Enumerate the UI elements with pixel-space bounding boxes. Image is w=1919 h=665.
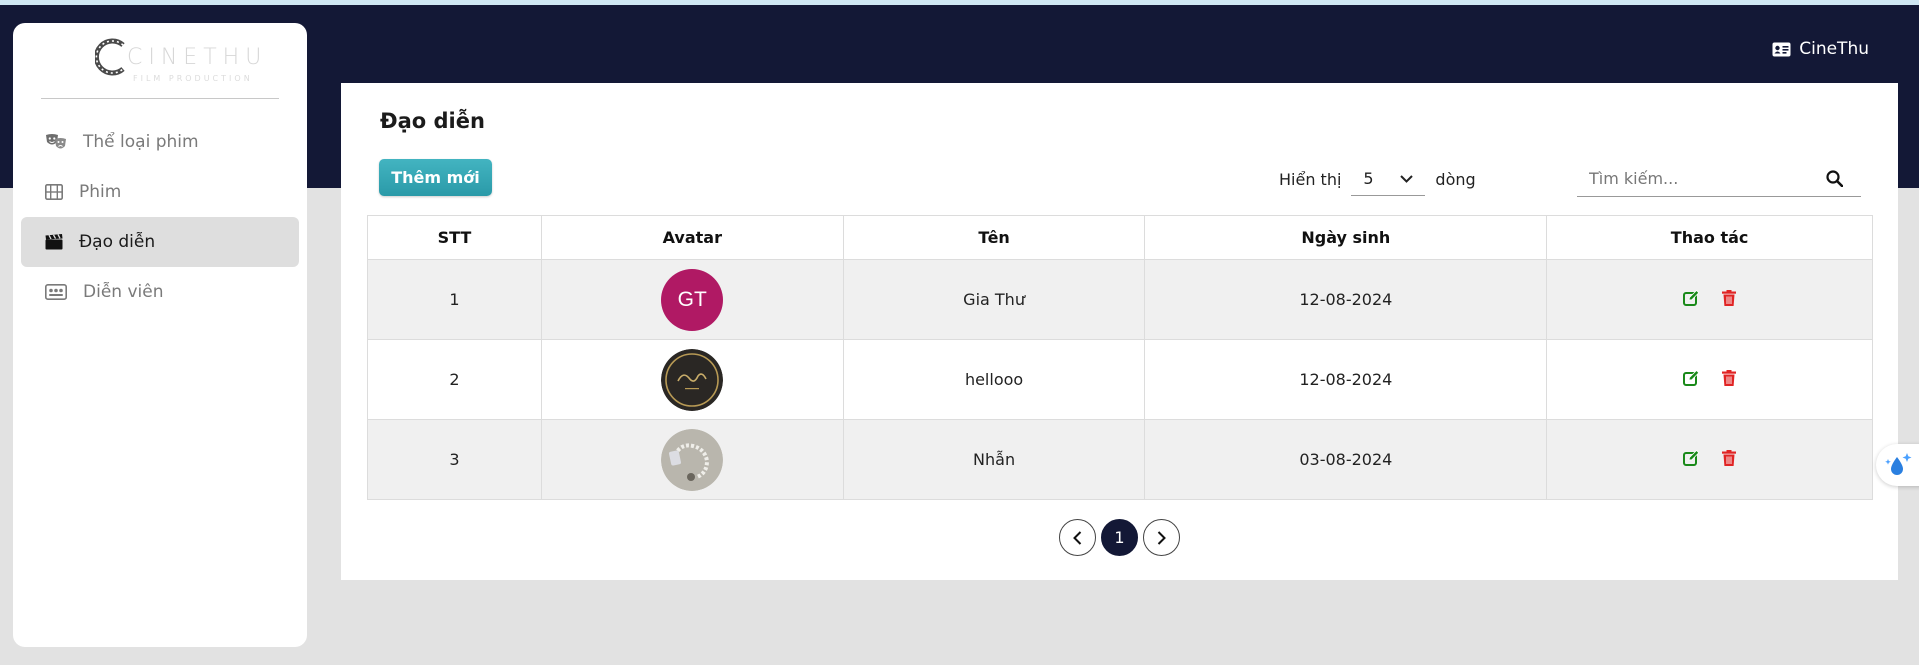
sidebar-item-label: Thể loại phim: [83, 132, 199, 152]
cell-dob: 12-08-2024: [1144, 259, 1548, 340]
delete-icon[interactable]: [1722, 369, 1737, 390]
table-header-row: STT Avatar Tên Ngày sinh Thao tác: [367, 215, 1873, 260]
film-icon: [45, 184, 63, 200]
cell-avatar: [540, 419, 844, 500]
brand-tagline: FILM PRODUCTION: [133, 74, 253, 83]
sidebar-divider: [41, 98, 279, 99]
show-label: Hiển thị: [1279, 169, 1342, 189]
cell-stt: 2: [367, 339, 542, 420]
cell-dob: 12-08-2024: [1144, 339, 1548, 420]
table-row: 2 hellooo 12-08-2024: [367, 339, 1873, 420]
theater-masks-icon: [46, 134, 66, 149]
cell-stt: 1: [367, 259, 542, 340]
table-row: 3 Nhẫn 03-08-2024: [367, 419, 1873, 500]
search-icon[interactable]: [1826, 170, 1843, 187]
brand-logo[interactable]: CINETHU FILM PRODUCTION: [83, 31, 263, 101]
clapperboard-icon: [45, 234, 63, 250]
brand-name: CINETHU: [127, 45, 268, 70]
avatar: [661, 348, 724, 411]
sidebar-item-dao-dien[interactable]: Đạo diễn: [21, 217, 299, 267]
column-header-actions[interactable]: Thao tác: [1546, 215, 1873, 260]
sidebar-item-dien-vien[interactable]: Diễn viên: [21, 267, 299, 317]
directors-table: STT Avatar Tên Ngày sinh Thao tác 1 GT G…: [367, 215, 1873, 500]
chevron-down-icon: [1400, 174, 1414, 183]
sidebar-item-label: Đạo diễn: [79, 232, 156, 252]
avatar: GT: [661, 268, 724, 331]
floating-assistant-button[interactable]: [1876, 444, 1919, 486]
avatar-initials: GT: [677, 287, 707, 311]
edit-icon[interactable]: [1683, 369, 1700, 390]
content-card: Đạo diễn Thêm mới Hiển thị 5 dòng STT Av…: [341, 83, 1898, 580]
delete-icon[interactable]: [1722, 289, 1737, 310]
prev-page-button[interactable]: [1059, 519, 1096, 556]
avatar: [661, 428, 724, 491]
search-box: [1577, 161, 1861, 197]
rows-label: dòng: [1435, 169, 1476, 189]
search-input[interactable]: [1589, 169, 1819, 188]
page-button-current[interactable]: 1: [1101, 519, 1138, 556]
next-page-button[interactable]: [1143, 519, 1180, 556]
sidebar-item-label: Diễn viên: [83, 282, 164, 302]
cell-avatar: [540, 339, 844, 420]
id-badge-icon: [45, 284, 67, 300]
cell-name: Nhẫn: [842, 419, 1146, 500]
column-header-name[interactable]: Tên: [842, 215, 1146, 260]
add-new-button[interactable]: Thêm mới: [379, 159, 492, 196]
edit-icon[interactable]: [1683, 449, 1700, 470]
cell-dob: 03-08-2024: [1144, 419, 1548, 500]
id-card-icon: [1772, 42, 1791, 56]
rows-per-page-value: 5: [1363, 169, 1374, 188]
sidebar: CINETHU FILM PRODUCTION Thể loại phim Ph…: [13, 23, 307, 647]
cell-avatar: GT: [540, 259, 844, 340]
film-reel-logo-icon: [95, 38, 125, 76]
delete-icon[interactable]: [1722, 449, 1737, 470]
user-name: CineThu: [1799, 39, 1869, 59]
page-title: Đạo diễn: [380, 109, 485, 133]
cell-stt: 3: [367, 419, 542, 500]
chevron-left-icon: [1073, 530, 1082, 545]
cell-name: Gia Thư: [842, 259, 1146, 340]
column-header-avatar[interactable]: Avatar: [540, 215, 844, 260]
cell-actions: [1546, 339, 1873, 420]
sidebar-nav: Thể loại phim Phim Đạo diễn Diễn viên: [21, 117, 299, 317]
rows-per-page-control: Hiển thị 5 dòng: [1279, 162, 1476, 196]
sidebar-item-label: Phim: [79, 182, 122, 202]
sidebar-item-phim[interactable]: Phim: [21, 167, 299, 217]
column-header-stt[interactable]: STT: [367, 215, 542, 260]
cell-actions: [1546, 419, 1873, 500]
edit-icon[interactable]: [1683, 289, 1700, 310]
pagination: 1: [1059, 519, 1180, 556]
cell-actions: [1546, 259, 1873, 340]
cell-name: hellooo: [842, 339, 1146, 420]
column-header-dob[interactable]: Ngày sinh: [1144, 215, 1548, 260]
table-row: 1 GT Gia Thư 12-08-2024: [367, 259, 1873, 340]
water-drop-sparkle-icon: [1885, 453, 1912, 475]
chevron-right-icon: [1157, 530, 1166, 545]
rows-per-page-select[interactable]: 5: [1351, 162, 1426, 196]
sidebar-item-the-loai-phim[interactable]: Thể loại phim: [21, 117, 299, 167]
user-menu[interactable]: CineThu: [1772, 39, 1869, 59]
